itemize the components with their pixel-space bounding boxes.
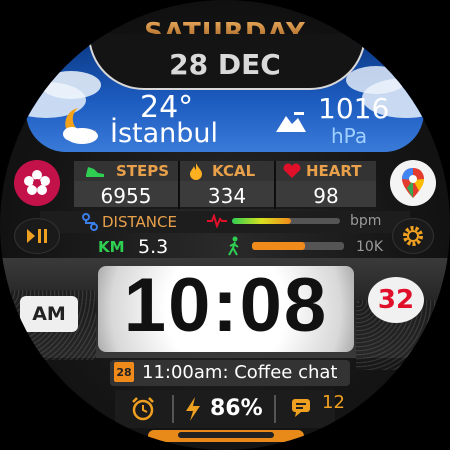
walking-icon — [228, 236, 239, 256]
hours: 10 — [123, 263, 213, 348]
city-name: İstanbul — [110, 118, 219, 149]
bpm-unit: bpm — [350, 213, 382, 229]
settings-button[interactable] — [392, 218, 434, 254]
pressure-value: 1016 — [318, 92, 390, 125]
distance-value: 5.3 — [138, 236, 169, 258]
lightning-icon — [186, 397, 200, 421]
kcal-value: 334 — [207, 184, 247, 208]
flower-app-button[interactable] — [14, 160, 60, 206]
shoe-icon — [86, 167, 104, 177]
time-separator: : — [212, 263, 240, 348]
play-pause-icon — [27, 229, 47, 243]
alarm-clock-icon[interactable] — [130, 396, 156, 422]
pressure-unit: hPa — [331, 124, 368, 148]
battery-level: 86% — [210, 396, 263, 421]
calendar-icon: 28 — [114, 362, 134, 382]
heart-label: HEART — [306, 162, 362, 180]
divider — [274, 395, 276, 423]
pulse-icon — [207, 214, 227, 228]
watch-face: SATURDAY 28 DEC 24° İstanbul 1016 hPa ST… — [0, 0, 450, 450]
minutes: 08 — [239, 263, 329, 348]
maps-app-button[interactable] — [390, 160, 436, 206]
map-pin-icon — [402, 168, 424, 198]
flower-icon — [24, 170, 50, 195]
heart-value: 98 — [313, 184, 339, 208]
km-unit: KM — [98, 238, 125, 256]
message-icon[interactable] — [290, 396, 316, 420]
time-text: 10:08 — [98, 262, 354, 349]
distance-goal-fill — [252, 242, 306, 250]
steps-value: 6955 — [100, 184, 152, 208]
route-icon — [82, 213, 98, 231]
flame-icon — [190, 163, 202, 180]
kcal-label: KCAL — [212, 162, 256, 180]
media-play-pause-button[interactable] — [14, 218, 60, 254]
seconds: 32 — [368, 277, 424, 323]
bottom-handle — [178, 432, 274, 438]
distance-goal: 10K — [356, 239, 383, 255]
pressure-icon — [276, 112, 306, 132]
event-text: 11:00am: Coffee chat — [142, 362, 338, 383]
heart-rate-fill — [232, 218, 292, 224]
heart-icon — [283, 163, 301, 178]
am-pm-indicator: AM — [20, 296, 78, 332]
gear-icon — [403, 226, 423, 246]
steps-label: STEPS — [116, 162, 170, 180]
date-label: 28 DEC — [169, 48, 281, 81]
message-count: 12 — [322, 392, 345, 413]
divider — [172, 395, 174, 423]
distance-label: DISTANCE — [102, 213, 177, 231]
moon-cloud-icon — [63, 108, 98, 144]
